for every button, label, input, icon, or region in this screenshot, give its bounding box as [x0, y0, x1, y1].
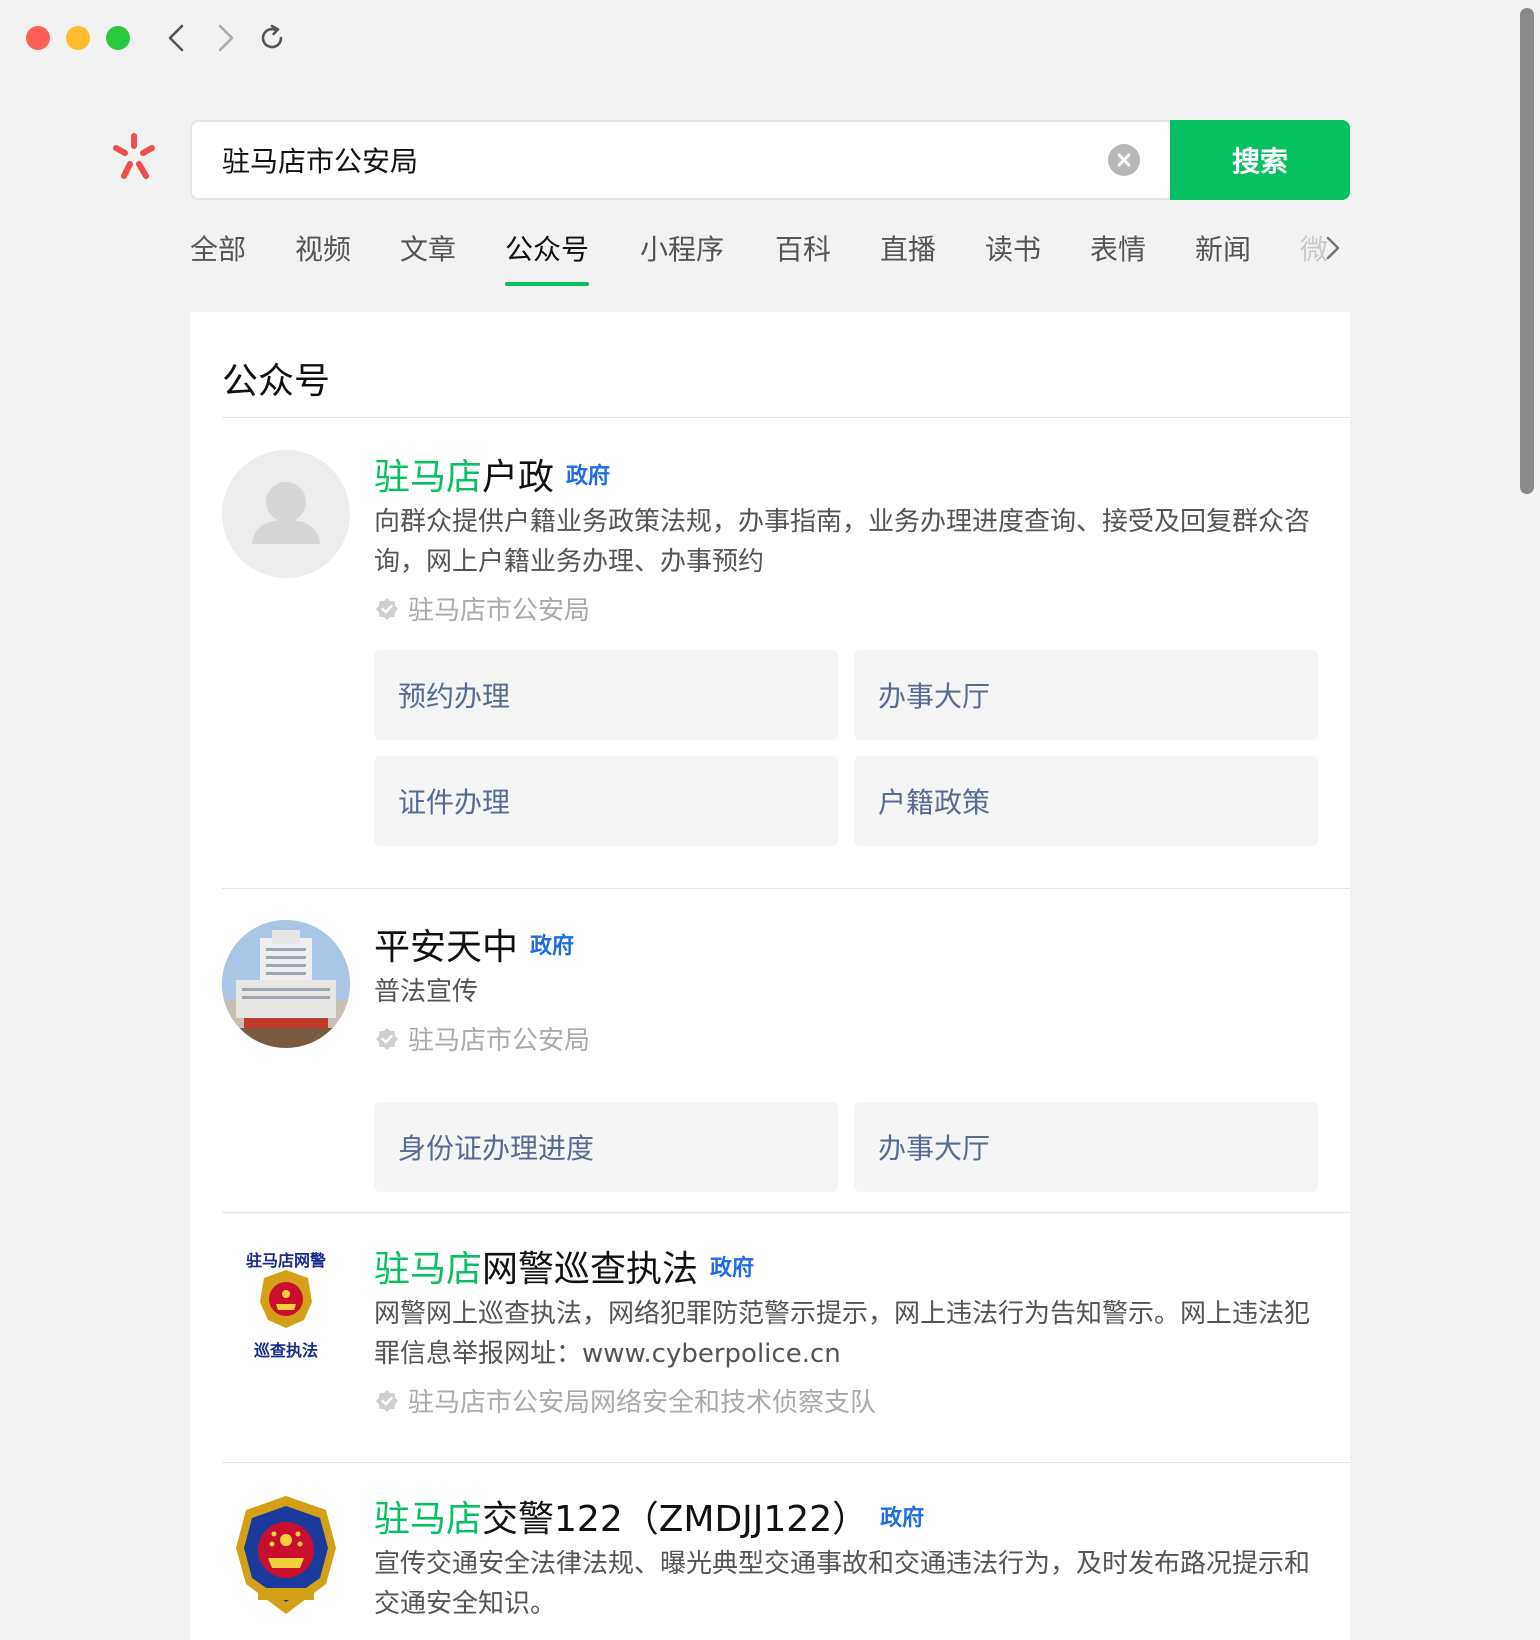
- section-title: 公众号: [222, 361, 331, 402]
- search-button[interactable]: 搜索: [1170, 120, 1350, 200]
- tab-news[interactable]: 新闻: [1195, 228, 1251, 284]
- police-emblem-avatar: [222, 1492, 350, 1620]
- menu-button-household-policy[interactable]: 户籍政策: [854, 756, 1318, 846]
- verified-badge-icon: [376, 1027, 398, 1050]
- close-window-button[interactable]: [26, 26, 50, 50]
- verification: 驻马店市公安局网络安全和技术侦察支队: [374, 1382, 1318, 1419]
- gov-badge: 政府: [530, 934, 575, 959]
- scrollbar-thumb[interactable]: [1520, 8, 1534, 494]
- results-card: 公众号 驻马店 户政 政府 向群众提供户籍业务政策法规，办事指南，业务办理进度查询…: [190, 312, 1350, 1640]
- account-name: 交警122（ZMDJJ122）: [482, 1499, 869, 1540]
- account-description: 网警网上巡查执法，网络犯罪防范警示提示，网上违法行为告知警示。网上违法犯罪信息举…: [374, 1299, 1311, 1369]
- account-result[interactable]: 驻马店 户政 政府 向群众提供户籍业务政策法规，办事指南，业务办理进度查询、接受及…: [222, 450, 1318, 850]
- search-logo-icon: [108, 132, 160, 184]
- account-description: 宣传交通安全法律法规、曝光典型交通事故和交通违法行为，及时发布路况提示和交通安全…: [374, 1549, 1311, 1619]
- avatar-emblem-bottom-text: 巡查执法: [254, 1341, 318, 1360]
- account-name: 平安天中: [374, 927, 519, 968]
- back-icon[interactable]: [160, 20, 196, 56]
- gov-badge: 政府: [710, 1256, 755, 1281]
- account-name-highlight: 驻马店: [374, 1249, 483, 1290]
- gov-badge: 政府: [566, 464, 611, 489]
- divider: [222, 1462, 1350, 1463]
- tab-article[interactable]: 文章: [400, 228, 456, 284]
- browser-window: 搜索 全部 视频 文章 公众号 小程序 百科 直播 读书 表情 新闻 微 公众号: [0, 0, 1540, 1640]
- divider: [222, 417, 1350, 418]
- avatar-emblem-top-text: 驻马店网警: [246, 1251, 326, 1270]
- avatar-placeholder-icon: [222, 450, 350, 578]
- account-name: 户政: [482, 457, 555, 498]
- verification: 驻马店市公安局: [374, 590, 1318, 627]
- menu-button-service-hall[interactable]: 办事大厅: [854, 650, 1318, 740]
- cyber-police-emblem-avatar: 驻马店网警 巡查执法: [222, 1242, 350, 1370]
- search-input[interactable]: [222, 122, 1102, 198]
- account-name-highlight: 驻马店: [374, 1499, 483, 1540]
- divider: [222, 888, 1350, 889]
- tab-encyclopedia[interactable]: 百科: [775, 228, 831, 284]
- minimize-window-button[interactable]: [66, 26, 90, 50]
- verified-org: 驻马店市公安局: [408, 1026, 591, 1056]
- account-result[interactable]: 驻马店网警 巡查执法 驻马店 网警巡查执法 政府 网警网上巡查执法，网络犯罪防范警…: [222, 1242, 1318, 1452]
- account-result[interactable]: 平安天中 政府 普法宣传 驻马店市公安局 身份证办理进度 办事大厅: [222, 920, 1318, 1210]
- chevron-right-icon[interactable]: [1320, 232, 1346, 264]
- clear-search-icon[interactable]: [1108, 144, 1140, 176]
- search-box: [190, 120, 1170, 200]
- account-description: 普法宣传: [374, 977, 479, 1007]
- verification: 驻马店市公安局: [374, 1020, 1318, 1057]
- building-photo-avatar: [222, 920, 350, 1048]
- menu-button-appointment[interactable]: 预约办理: [374, 650, 838, 740]
- menu-button-certificates[interactable]: 证件办理: [374, 756, 838, 846]
- verified-badge-icon: [376, 1389, 398, 1412]
- account-description: 向群众提供户籍业务政策法规，办事指南，业务办理进度查询、接受及回复群众咨询，网上…: [374, 507, 1311, 577]
- zoom-window-button[interactable]: [106, 26, 130, 50]
- gov-badge: 政府: [880, 1506, 925, 1531]
- divider: [222, 1212, 1350, 1213]
- verified-org: 驻马店市公安局网络安全和技术侦察支队: [408, 1388, 877, 1418]
- account-result[interactable]: 驻马店 交警122（ZMDJJ122） 政府 宣传交通安全法律法规、曝光典型交通事…: [222, 1492, 1318, 1640]
- tab-stickers[interactable]: 表情: [1090, 228, 1146, 284]
- account-name-highlight: 驻马店: [374, 457, 483, 498]
- tab-mini-programs[interactable]: 小程序: [640, 228, 724, 284]
- forward-icon[interactable]: [206, 20, 242, 56]
- tab-video[interactable]: 视频: [295, 228, 351, 284]
- tab-live[interactable]: 直播: [880, 228, 936, 284]
- account-name: 网警巡查执法: [482, 1249, 699, 1290]
- tab-all[interactable]: 全部: [190, 228, 246, 284]
- verified-badge-icon: [376, 597, 398, 620]
- reload-icon[interactable]: [254, 20, 290, 56]
- tab-books[interactable]: 读书: [985, 228, 1041, 284]
- menu-button-service-hall[interactable]: 办事大厅: [854, 1102, 1318, 1192]
- tab-official-accounts[interactable]: 公众号: [505, 228, 590, 286]
- menu-button-id-progress[interactable]: 身份证办理进度: [374, 1102, 838, 1192]
- verified-org: 驻马店市公安局: [408, 596, 591, 626]
